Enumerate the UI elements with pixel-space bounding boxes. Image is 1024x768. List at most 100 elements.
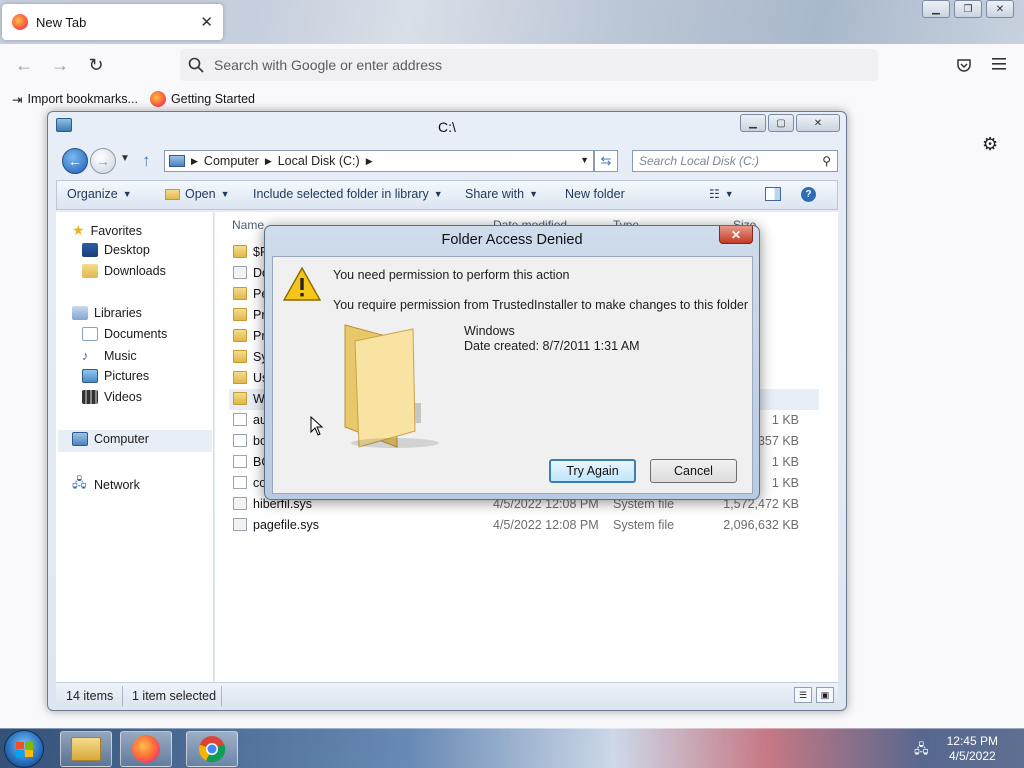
folder-icon	[233, 329, 247, 342]
bookmarks-toolbar: ⇥ Import bookmarks... Getting Started	[0, 86, 1024, 112]
url-placeholder: Search with Google or enter address	[214, 57, 443, 73]
column-header-name[interactable]: Name	[232, 218, 264, 232]
network-icon: 🖧	[72, 475, 87, 490]
explorer-titlebar[interactable]: C:\ ▁ ▢ ✕	[48, 112, 846, 142]
file-icon	[233, 434, 247, 447]
details-view-icon[interactable]: ☰	[794, 687, 812, 703]
breadcrumb-local-disk[interactable]: Local Disk (C:)	[278, 154, 360, 168]
up-arrow-icon[interactable]: ↑	[142, 151, 151, 171]
clock-time: 12:45 PM	[946, 734, 998, 748]
start-button[interactable]	[4, 730, 44, 768]
open-button[interactable]: Open ▼	[165, 187, 230, 201]
url-bar[interactable]: Search with Google or enter address	[180, 49, 878, 81]
nav-favorites[interactable]: ★ Favorites	[72, 222, 142, 239]
chevron-down-icon: ▼	[529, 189, 538, 199]
bookmark-getting-started[interactable]: Getting Started	[149, 91, 255, 107]
refresh-button[interactable]: ⇆	[594, 150, 618, 172]
minimize-button[interactable]: ▁	[740, 114, 766, 132]
nav-pictures[interactable]: Pictures	[82, 369, 149, 383]
large-icons-view-icon[interactable]: ▣	[816, 687, 834, 703]
dialog-close-button[interactable]: ✕	[719, 226, 753, 244]
organize-button[interactable]: Organize ▼	[67, 187, 132, 201]
maximize-button[interactable]: ▢	[768, 114, 794, 132]
new-folder-button[interactable]: New folder	[565, 187, 625, 201]
folder-icon	[233, 371, 247, 384]
share-with-button[interactable]: Share with ▼	[465, 187, 538, 201]
mouse-cursor-icon	[310, 416, 324, 436]
chevron-right-icon[interactable]: ▶	[265, 156, 272, 167]
folder-icon	[233, 392, 247, 405]
history-dropdown-icon[interactable]: ▼	[120, 153, 130, 164]
music-icon: ♪	[82, 348, 89, 363]
nav-downloads[interactable]: Downloads	[82, 264, 166, 278]
nav-music[interactable]: ♪ Music	[82, 348, 137, 363]
taskbar-firefox[interactable]	[120, 731, 172, 767]
import-icon: ⇥	[12, 92, 23, 107]
explorer-icon	[71, 737, 101, 761]
pocket-icon[interactable]	[956, 57, 972, 73]
status-bar: 14 items 1 item selected ☰ ▣	[56, 682, 838, 708]
preview-pane-button[interactable]	[765, 187, 781, 201]
shortcut-icon	[233, 266, 247, 279]
nav-documents[interactable]: Documents	[82, 327, 167, 341]
taskbar-explorer[interactable]	[60, 731, 112, 767]
try-again-button[interactable]: Try Again	[549, 459, 636, 483]
forward-button[interactable]: →	[90, 148, 116, 174]
close-window-button[interactable]: ✕	[796, 114, 840, 132]
reload-icon[interactable]: ↻	[84, 54, 108, 76]
folder-name: Windows	[464, 324, 515, 338]
help-button[interactable]: ?	[801, 187, 816, 202]
chrome-icon	[198, 736, 226, 763]
nav-computer[interactable]: Computer	[72, 432, 149, 446]
nav-desktop[interactable]: Desktop	[82, 243, 150, 257]
chevron-down-icon[interactable]: ▼	[580, 155, 589, 165]
selection-count: 1 item selected	[132, 689, 217, 703]
help-icon: ?	[801, 187, 816, 202]
folder-icon	[233, 350, 247, 363]
minimize-button[interactable]: ▁	[922, 0, 950, 18]
close-window-button[interactable]: ✕	[986, 0, 1014, 18]
navigation-toolbar: ← → ↻ Search with Google or enter addres…	[0, 44, 1024, 86]
restore-button[interactable]: ❐	[954, 0, 982, 18]
videos-icon	[82, 390, 98, 404]
address-row: ← → ▼ ↑ ▶ Computer ▶ Local Disk (C:) ▶ ▼…	[56, 148, 838, 174]
breadcrumb-computer[interactable]: Computer	[204, 154, 259, 168]
folder-icon	[233, 287, 247, 300]
chevron-right-icon[interactable]: ▶	[366, 156, 373, 167]
network-tray-icon[interactable]: 🖧	[914, 740, 930, 756]
back-button[interactable]: ←	[62, 148, 88, 174]
chevron-down-icon: ▼	[433, 189, 443, 199]
address-bar[interactable]: ▶ Computer ▶ Local Disk (C:) ▶ ▼	[164, 150, 594, 172]
view-list-icon: ☷	[709, 187, 720, 201]
chevron-right-icon[interactable]: ▶	[191, 156, 198, 167]
change-view-button[interactable]: ☷ ▼	[709, 187, 734, 201]
menu-icon[interactable]	[992, 58, 1006, 70]
tab-new-tab[interactable]: New Tab ✕	[2, 4, 223, 40]
status-divider	[221, 686, 222, 706]
gear-icon[interactable]: ⚙	[982, 134, 998, 155]
bookmark-import[interactable]: ⇥ Import bookmarks...	[12, 92, 138, 107]
include-in-library-button[interactable]: Include selected folder in library ▼	[253, 187, 443, 201]
cancel-button[interactable]: Cancel	[650, 459, 737, 483]
file-row[interactable]: pagefile.sys 4/5/2022 12:08 PM System file…	[229, 515, 819, 536]
desktop-icon	[82, 243, 98, 257]
folder-access-denied-dialog: Folder Access Denied ✕ You need permissi…	[264, 225, 760, 500]
window-controls: ▁ ❐ ✕	[922, 0, 1014, 18]
system-file-icon	[233, 518, 247, 531]
search-input[interactable]: Search Local Disk (C:) ⚲	[632, 150, 838, 172]
system-clock[interactable]: 12:45 PM 4/5/2022	[947, 734, 998, 764]
file-icon	[233, 413, 247, 426]
nav-libraries[interactable]: Libraries	[72, 306, 142, 320]
back-arrow-icon[interactable]: ←	[12, 54, 36, 76]
taskbar-chrome[interactable]	[186, 731, 238, 767]
documents-icon	[82, 327, 98, 341]
search-icon: ⚲	[822, 154, 831, 168]
folder-icon	[344, 324, 439, 448]
downloads-icon	[82, 264, 98, 278]
close-tab-icon[interactable]: ✕	[200, 13, 213, 31]
nav-network[interactable]: 🖧 Network	[72, 474, 140, 496]
forward-arrow-icon[interactable]: →	[48, 54, 72, 76]
firefox-icon	[132, 735, 160, 763]
nav-videos[interactable]: Videos	[82, 390, 142, 404]
status-divider	[122, 686, 123, 706]
